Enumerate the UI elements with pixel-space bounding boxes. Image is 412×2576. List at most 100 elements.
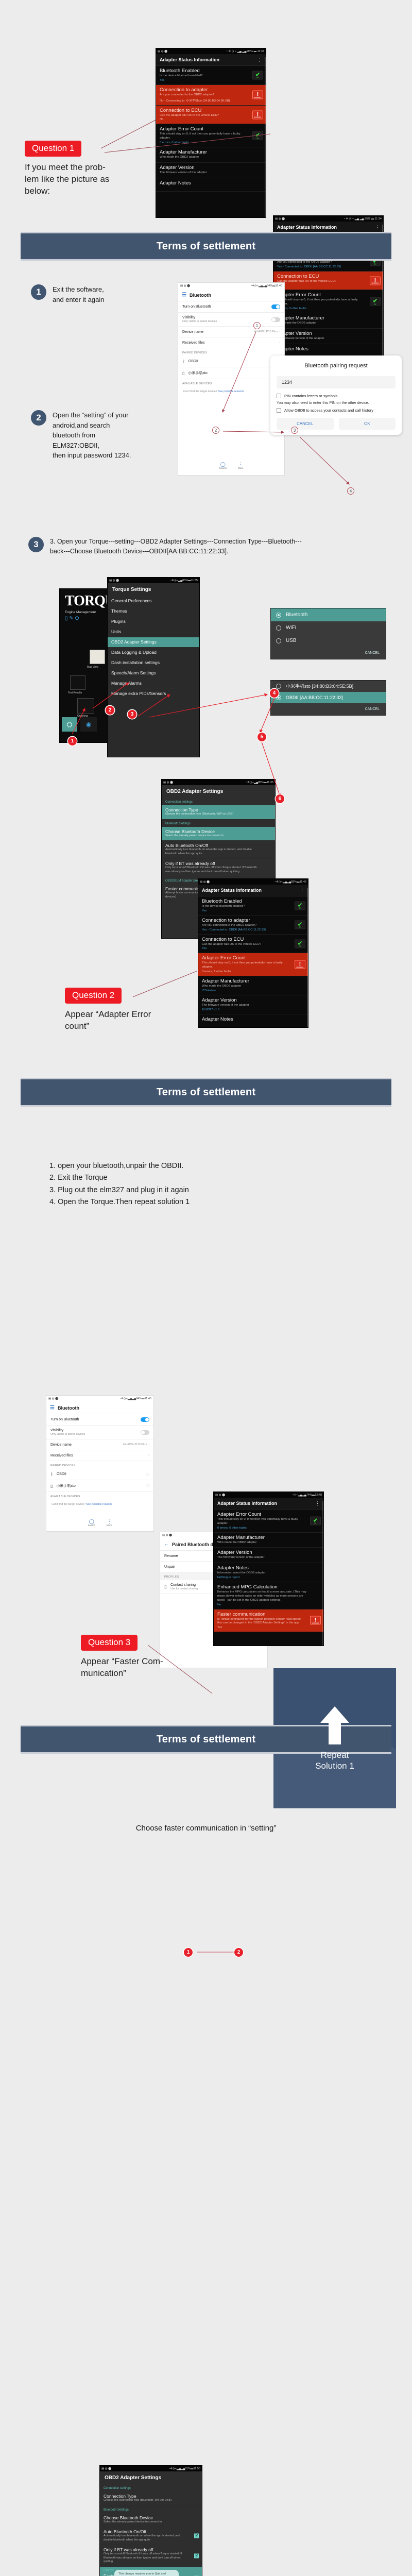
status-row[interactable]: Enhanced MPG Calculation Enhance the MPG … [214,1582,323,1609]
ok-button[interactable]: OK [338,418,396,430]
allow-contacts-checkbox[interactable] [277,408,281,413]
graphing-icon[interactable] [77,698,94,714]
status-row[interactable]: Adapter Manufacturer Who made the OBD2 ad… [198,976,308,995]
visibility-row[interactable]: Visibility Only visible to paired device… [46,1426,153,1439]
connection-type-row[interactable]: Connection Type Choose the connection ty… [100,2492,202,2506]
received-files-row[interactable]: Received files › [46,1450,153,1461]
device-name-row[interactable]: Device name HUAWEI P10 Plus › [178,327,284,337]
device-option-obdii[interactable]: OBDII [AA:BB:CC:11:22:33] [271,692,386,704]
faster-checkbox[interactable] [194,2575,199,2576]
overflow-menu-icon[interactable]: ⋮ [315,1501,320,1505]
status-row[interactable]: Adapter Error CountThis should stay on 0… [214,1510,323,1533]
status-row[interactable]: Adapter Manufacturer Who made the OBD2 ad… [156,147,266,163]
device-option-xiaomi[interactable]: 小米手机sto [34:80:B3:04:5E:5B] [271,681,386,692]
status-row[interactable]: Adapter Version The firmware version of t… [156,163,266,178]
device-dialog-cancel[interactable]: CANCEL [271,703,386,715]
only-bt-checkbox[interactable] [194,2553,199,2558]
status-row-desc: The firmware version of the adapter [277,336,324,340]
pairing-pin-input[interactable]: 1234 [277,376,396,388]
status-row[interactable]: Adapter Manufacturer Who made the OBD2 ad… [273,313,383,329]
torque-settings-item[interactable]: General Preferences [108,596,199,606]
status-row[interactable]: Adapter Version The firmware version of t… [273,329,383,344]
status-row-desc: Is the device bluetooth enabled? [202,905,245,908]
status-bar: ▤ ◍ ⬤ ◔ ✲ ◷ ⌁ ▂▄ ▂▄ 85% ▬ 11:37 [156,48,266,54]
torque-settings-item[interactable]: Manage Alarms [108,679,199,689]
available-help-text: Can't find the target device? See possib… [183,390,244,393]
settings-gear-icon[interactable]: ⛭ [62,717,77,732]
status-left-icons: ▤ ◍ ⬤ [109,579,119,582]
status-row[interactable]: Connection to ECU Can the adapter talk OK… [156,105,266,125]
choose-bluetooth-device-row[interactable]: Choose Bluetooth Device Select the alrea… [100,2513,202,2528]
status-row[interactable]: Adapter Error CountThis should stay on 0… [273,290,383,314]
status-row[interactable]: Adapter Manufacturer Who made the OBD2 ad… [214,1533,323,1548]
pin-letters-checkbox[interactable] [277,394,281,398]
status-row[interactable]: Bluetooth EnabledIs the device bluetooth… [198,896,308,916]
torque-settings-item[interactable]: OBD2 Adapter Settings [108,637,199,648]
status-row[interactable]: Connection to adapterAre you connected t… [198,916,308,935]
torque-settings-item[interactable]: Data Logging & Upload [108,648,199,658]
more-button[interactable]: ⋮ More [238,462,243,470]
search-button[interactable]: ◯ Search [219,462,227,470]
choose-bluetooth-device-row[interactable]: Choose Bluetooth Device Select the alrea… [162,826,275,841]
visibility-row[interactable]: Visibility Only visible to paired device… [178,313,284,327]
auto-bluetooth-row[interactable]: Auto Bluetooth On/Off Automatically turn… [100,2527,202,2546]
connection-settings-header: Connection settings [165,801,193,804]
allow-contacts-checkbox-row[interactable]: Allow OBDII to access your contacts and … [277,408,396,413]
connection-type-row[interactable]: Connection Type Choose the connection ty… [162,805,275,820]
turn-on-bluetooth-row[interactable]: Turn on Bluetooth [46,1414,153,1426]
scrollbar[interactable] [307,888,308,1027]
received-files-row[interactable]: Received files › [178,337,284,348]
status-row[interactable]: Adapter Version The firmware version of t… [198,995,308,1014]
scrollbar[interactable] [265,57,266,217]
overflow-menu-icon[interactable]: ⋮ [258,57,262,62]
connection-settings-header: Connection settings [104,2487,131,2490]
overflow-menu-icon[interactable]: ⋮ [375,225,380,229]
torque-settings-item[interactable]: Units [108,627,199,637]
conn-option-usb[interactable]: USB [271,634,386,647]
see-possible-reasons-link[interactable]: See possible reasons [218,390,244,393]
torque-settings-item[interactable]: Dash installation settings [108,658,199,668]
turn-on-bluetooth-toggle[interactable] [141,1417,149,1422]
hamburger-icon[interactable]: ☰ [182,292,186,298]
device-name-row[interactable]: Device name HUAWEI P10 Plus › [46,1439,153,1450]
status-row[interactable]: Adapter Notes Information about the OBD2 … [214,1563,323,1583]
bluetooth-header: ☰ Bluetooth [178,289,284,301]
status-row[interactable]: Adapter Version The firmware version of t… [214,1548,323,1564]
test-results-icon[interactable] [70,675,85,690]
status-row[interactable]: Connection to ECU Can the adapter talk OK… [198,935,308,954]
banner-text: Terms of settlement [21,1078,391,1107]
cancel-button[interactable]: CANCEL [277,418,334,430]
torque-settings-item[interactable]: Speech/Alarm Settings [108,668,199,679]
status-row[interactable]: Adapter Error CountThis should stay on 0… [156,124,266,148]
paired-device-xiaomi[interactable]: ▯ 小米手机sto ⓘ [178,367,284,379]
conn-option-bluetooth[interactable]: Bluetooth [271,608,386,621]
paired-device-obdii[interactable]: ᛒ OBDII ⓘ [178,356,284,367]
visibility-toggle[interactable] [271,317,280,322]
status-row[interactable]: Bluetooth EnabledIs the device bluetooth… [156,66,266,85]
visibility-toggle[interactable] [141,1430,149,1435]
status-row-list: Bluetooth EnabledIs the device bluetooth… [198,896,308,1027]
torque-settings-item[interactable]: Plugins [108,617,199,627]
realtime-icon[interactable]: ◉ [80,717,97,732]
auto-bt-checkbox[interactable] [194,2533,199,2538]
status-row[interactable]: Connection to adapterAre you connected t… [156,84,266,106]
torque-settings-item[interactable]: Themes [108,606,199,617]
only-if-bt-off-row[interactable]: Only if BT was already off Only turns on… [100,2545,202,2567]
status-row[interactable]: Adapter Notes [156,178,266,192]
hamburger-icon[interactable]: ☰ [50,1405,55,1411]
conn-option-wifi[interactable]: WiFi [271,621,386,634]
conn-dialog-cancel[interactable]: CANCEL [271,647,386,659]
pin-letters-checkbox-row[interactable]: PIN contains letters or symbols [277,394,396,398]
status-row[interactable]: Adapter Notes [198,1014,308,1027]
visibility-sub: Only visible to paired devices [182,320,217,323]
status-row[interactable]: Adapter Error CountThis should stay on 0… [198,953,308,977]
overflow-menu-icon[interactable]: ⋮ [300,888,304,892]
map-view-icon[interactable] [90,650,105,664]
turn-on-bluetooth-toggle[interactable] [271,304,280,309]
turn-on-bluetooth-row[interactable]: Turn on Bluetooth [178,301,284,313]
torque-settings-item[interactable]: Manage extra PIDs/Sensors [108,689,199,699]
scrollbar[interactable] [322,1501,323,1646]
status-row[interactable]: Faster communication Is Torque configured… [214,1609,323,1633]
final-callout-1: 1 [184,1948,193,1957]
status-row[interactable]: Connection to ECU Can the adapter talk OK… [273,271,383,291]
